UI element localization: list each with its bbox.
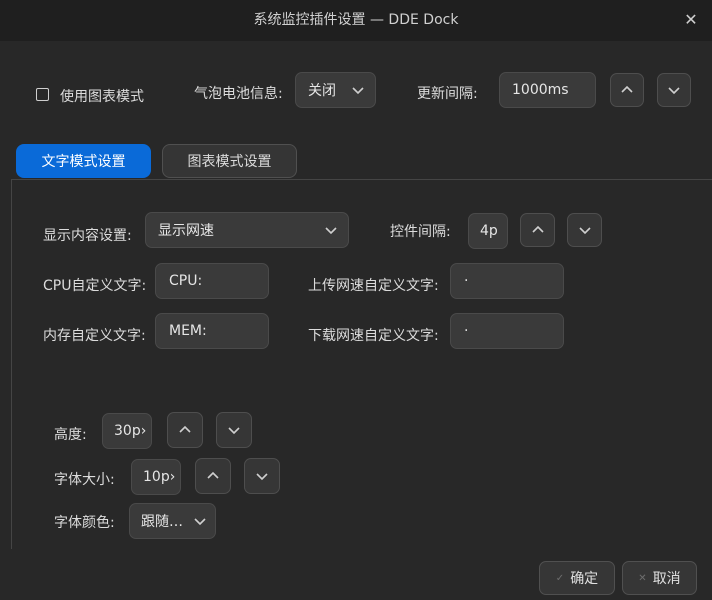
tab-panel-border-left bbox=[11, 179, 12, 549]
chevron-down-icon bbox=[668, 87, 680, 95]
widget-spacing-input[interactable]: 4p bbox=[468, 213, 508, 249]
ok-label: 确定 bbox=[570, 571, 599, 587]
height-label: 高度: bbox=[54, 427, 87, 443]
chevron-up-icon bbox=[179, 425, 191, 433]
update-interval-label: 更新间隔: bbox=[417, 86, 478, 102]
cancel-label: 取消 bbox=[652, 571, 681, 587]
height-value: 30p› bbox=[114, 423, 147, 439]
chevron-down-icon bbox=[228, 427, 240, 435]
display-content-value: 显示网速 bbox=[158, 223, 214, 239]
chevron-down-icon bbox=[325, 227, 337, 235]
font-size-increase-button[interactable] bbox=[195, 458, 231, 494]
memory-text-label: 内存自定义文字: bbox=[43, 328, 146, 344]
upload-text-label: 上传网速自定义文字: bbox=[308, 278, 439, 294]
battery-info-value: 关闭 bbox=[308, 83, 336, 99]
x-icon: ✕ bbox=[638, 572, 647, 584]
tab-text-mode[interactable]: 文字模式设置 bbox=[16, 144, 151, 178]
chart-mode-checkbox[interactable] bbox=[36, 88, 49, 101]
download-text-input[interactable]: · bbox=[450, 313, 564, 349]
widget-spacing-label: 控件间隔: bbox=[390, 224, 451, 240]
chart-mode-label: 使用图表模式 bbox=[60, 89, 144, 105]
display-content-label: 显示内容设置: bbox=[43, 228, 132, 244]
spacing-decrease-button[interactable] bbox=[567, 213, 602, 247]
font-color-select[interactable]: 跟随… bbox=[129, 503, 216, 539]
window-title: 系统监控插件设置 — DDE Dock bbox=[253, 12, 459, 28]
update-interval-value: 1000ms bbox=[512, 82, 569, 98]
chevron-down-icon bbox=[256, 473, 268, 481]
font-color-value: 跟随… bbox=[141, 514, 183, 530]
tab-chart-mode-label: 图表模式设置 bbox=[187, 154, 272, 170]
font-size-value: 10p› bbox=[143, 469, 176, 485]
chevron-down-icon bbox=[352, 87, 364, 95]
chevron-up-icon bbox=[621, 85, 633, 93]
chevron-up-icon bbox=[207, 471, 219, 479]
memory-text-value: MEM: bbox=[169, 323, 207, 339]
cpu-text-input[interactable]: CPU: bbox=[155, 263, 269, 299]
height-decrease-button[interactable] bbox=[216, 412, 252, 448]
cpu-text-label: CPU自定义文字: bbox=[43, 278, 147, 294]
cancel-button[interactable]: ✕ 取消 bbox=[622, 561, 697, 595]
font-size-decrease-button[interactable] bbox=[244, 458, 280, 494]
font-color-label: 字体颜色: bbox=[54, 515, 115, 531]
battery-info-select[interactable]: 关闭 bbox=[295, 72, 376, 108]
height-increase-button[interactable] bbox=[167, 412, 203, 448]
cpu-text-value: CPU: bbox=[169, 273, 203, 289]
tab-text-mode-label: 文字模式设置 bbox=[41, 154, 126, 170]
font-size-input[interactable]: 10p› bbox=[131, 459, 181, 495]
interval-decrease-button[interactable] bbox=[657, 73, 691, 107]
tab-panel-border bbox=[11, 179, 712, 180]
tab-chart-mode[interactable]: 图表模式设置 bbox=[162, 144, 297, 178]
chevron-down-icon bbox=[194, 518, 206, 526]
ok-button[interactable]: ✓ 确定 bbox=[539, 561, 615, 595]
display-content-select[interactable]: 显示网速 bbox=[145, 212, 349, 248]
chevron-up-icon bbox=[531, 225, 544, 233]
check-icon: ✓ bbox=[555, 572, 565, 584]
update-interval-input[interactable]: 1000ms bbox=[499, 72, 596, 108]
widget-spacing-value: 4p bbox=[480, 223, 498, 239]
upload-text-input[interactable]: · bbox=[450, 263, 564, 299]
download-text-value: · bbox=[464, 323, 469, 339]
memory-text-input[interactable]: MEM: bbox=[155, 313, 269, 349]
upload-text-value: · bbox=[464, 273, 469, 289]
battery-info-label: 气泡电池信息: bbox=[194, 86, 283, 102]
interval-increase-button[interactable] bbox=[610, 73, 644, 107]
chevron-down-icon bbox=[578, 227, 591, 235]
spacing-increase-button[interactable] bbox=[520, 213, 555, 247]
height-input[interactable]: 30p› bbox=[102, 413, 152, 449]
download-text-label: 下载网速自定义文字: bbox=[308, 328, 439, 344]
font-size-label: 字体大小: bbox=[54, 472, 115, 488]
close-icon[interactable]: ✕ bbox=[682, 10, 700, 30]
